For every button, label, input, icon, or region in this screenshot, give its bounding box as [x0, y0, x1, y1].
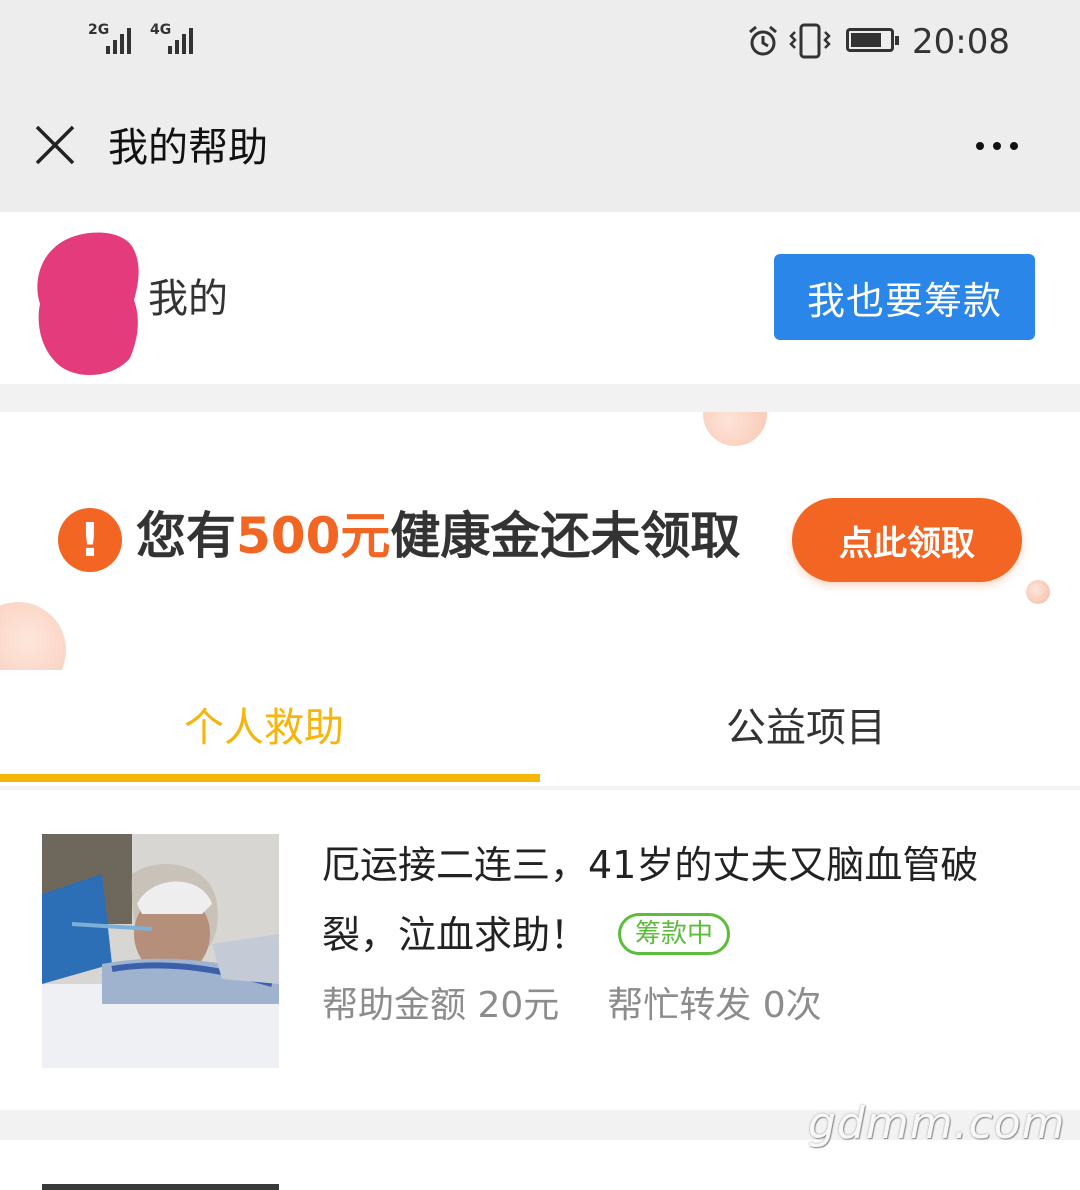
vibrate-icon	[789, 23, 831, 59]
patient-photo	[42, 1184, 279, 1190]
item-title[interactable]: 厄运接二连三，41岁的丈夫又脑血管破裂，泣血求助！ 筹款中	[322, 830, 1022, 970]
more-options-icon[interactable]	[976, 142, 1018, 150]
profile-name: 我的	[148, 276, 228, 322]
list-item[interactable]: 厄运接二连三，41岁的丈夫又脑血管破裂，泣血求助！ 筹款中 帮助金额 20元 帮忙转…	[0, 790, 1080, 1110]
status-time: 20:08	[912, 22, 1010, 62]
decor-circle	[703, 412, 767, 446]
watermark: gdmm.com	[808, 1098, 1066, 1149]
share-count: 帮忙转发 0次	[607, 985, 822, 1026]
battery-icon	[846, 28, 899, 52]
decor-circle	[0, 602, 66, 670]
page-title: 我的帮助	[108, 125, 268, 171]
warning-icon: !	[58, 508, 122, 572]
patient-photo	[42, 834, 279, 1068]
tab-bar: 个人救助 公益项目	[0, 670, 1080, 790]
close-icon[interactable]	[34, 124, 76, 166]
status-badge: 筹款中	[618, 912, 731, 955]
alarm-icon	[749, 25, 777, 56]
banner-prefix: 您有	[136, 507, 236, 565]
help-amount: 帮助金额 20元	[322, 985, 560, 1026]
banner-amount: 500元	[236, 507, 391, 565]
avatar	[37, 232, 139, 376]
tab-public-projects[interactable]: 公益项目	[726, 700, 886, 756]
decor-circle	[1026, 580, 1050, 604]
health-fund-banner: ! 您有500元健康金还未领取 点此领取	[0, 412, 1080, 670]
tab-personal-aid[interactable]: 个人救助	[184, 700, 344, 756]
status-bar: 2G 4G 20:08	[0, 0, 1080, 84]
banner-suffix: 健康金还未领取	[390, 507, 741, 565]
nav-bar: 我的帮助	[0, 84, 1080, 212]
banner-message: 您有500元健康金还未领取	[136, 504, 740, 568]
start-fundraising-button[interactable]: 我也要筹款	[774, 254, 1035, 340]
claim-button[interactable]: 点此领取	[792, 498, 1022, 582]
profile-row: 我的 我也要筹款	[0, 212, 1080, 384]
item-stats: 帮助金额 20元 帮忙转发 0次	[322, 980, 822, 1032]
active-tab-indicator	[0, 774, 540, 782]
